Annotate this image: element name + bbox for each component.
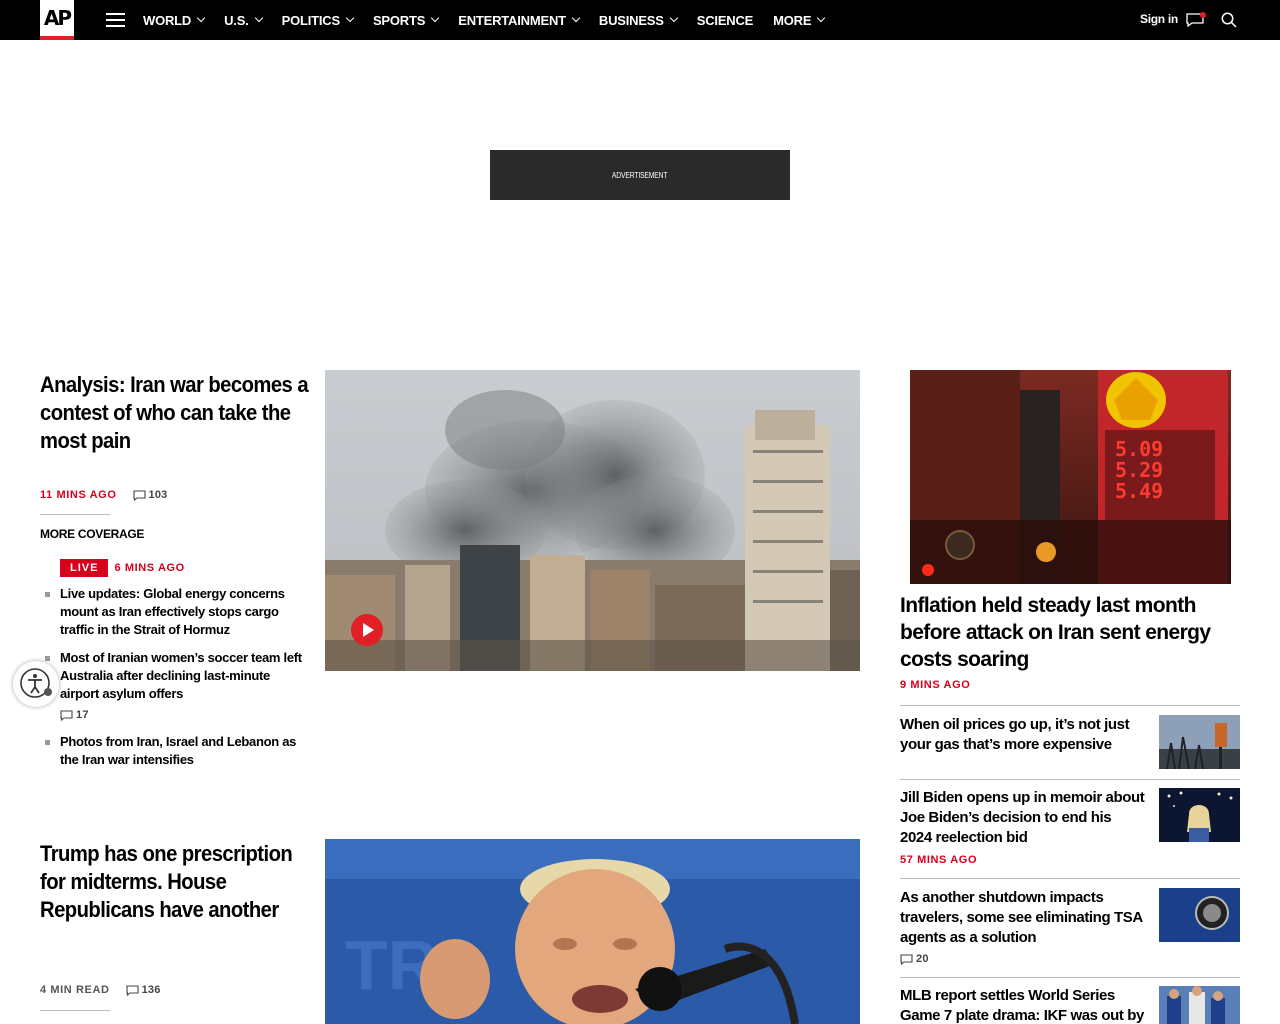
nav-entertainment[interactable]: ENTERTAINMENT <box>458 13 581 28</box>
read-time: 4 MIN READ <box>40 984 110 996</box>
comment-icon <box>900 953 913 965</box>
top-nav: AP WORLD U.S. POLITICS SPORTS ENTERTAINM… <box>0 0 1280 40</box>
accessibility-icon <box>20 668 52 698</box>
nav-sports[interactable]: SPORTS <box>373 13 440 28</box>
chevron-down-icon <box>254 13 263 23</box>
comment-icon <box>60 709 73 721</box>
coverage-item[interactable]: Photos from Iran, Israel and Lebanon as … <box>45 733 305 769</box>
nav-world[interactable]: WORLD <box>143 13 206 28</box>
nav-science[interactable]: SCIENCE <box>697 13 754 28</box>
more-coverage-label: MORE COVERAGE <box>40 527 145 541</box>
advertisement[interactable]: ADVERTISEMENT <box>490 150 790 200</box>
second-headline[interactable]: Trump has one prescription for midterms.… <box>40 840 311 924</box>
chevron-down-icon <box>817 13 826 23</box>
nav-business[interactable]: BUSINESS <box>599 13 678 28</box>
side-thumb[interactable] <box>1159 788 1240 842</box>
lead-comments[interactable]: 103 <box>132 489 168 501</box>
side-thumb[interactable] <box>1159 888 1240 942</box>
side-item-timestamp: 57 MINS AGO <box>900 854 978 866</box>
chevron-down-icon <box>196 13 206 23</box>
speaker-photo: TR <box>325 839 860 1024</box>
baseball-photo <box>1159 986 1240 1024</box>
comment-icon <box>132 489 146 501</box>
second-meta: 4 MIN READ 136 <box>40 984 161 996</box>
side-thumb[interactable] <box>1159 715 1240 769</box>
live-meta: LIVE 6 MINS AGO <box>60 559 185 577</box>
storm-trees-photo <box>1159 715 1240 769</box>
side-meta: 9 MINS AGO <box>900 679 970 691</box>
coverage-item[interactable]: Most of Iranian women’s soccer team left… <box>45 649 305 703</box>
stage-speaker-photo <box>1159 788 1240 842</box>
chevron-down-icon <box>571 13 581 23</box>
tsa-badge-photo <box>1159 888 1240 942</box>
lead-meta: 11 MINS AGO 103 <box>40 489 167 501</box>
comment-icon <box>126 984 139 996</box>
side-item[interactable]: Jill Biden opens up in memoir about Joe … <box>900 788 1145 848</box>
side-item[interactable]: MLB report settles World Series Game 7 p… <box>900 986 1145 1024</box>
search-icon[interactable] <box>1221 12 1237 28</box>
accessibility-button[interactable] <box>13 661 59 707</box>
side-item[interactable]: As another shutdown impacts travelers, s… <box>900 888 1145 948</box>
ap-logo[interactable]: AP <box>40 0 74 40</box>
divider <box>900 977 1240 978</box>
divider <box>40 514 110 515</box>
side-item-comments[interactable]: 20 <box>900 953 929 965</box>
nav-more[interactable]: MORE <box>773 13 826 28</box>
side-timestamp: 9 MINS AGO <box>900 679 971 691</box>
divider <box>40 1010 110 1011</box>
gas-price-3: 5.49 <box>1115 479 1163 503</box>
chevron-down-icon <box>345 13 355 23</box>
side-thumb[interactable] <box>1159 986 1240 1024</box>
divider <box>900 779 1240 780</box>
live-timestamp: 6 MINS AGO <box>114 562 185 574</box>
side-item[interactable]: When oil prices go up, it’s not just you… <box>900 715 1145 755</box>
nav-politics[interactable]: POLITICS <box>282 13 355 28</box>
coverage-item[interactable]: Live updates: Global energy concerns mou… <box>45 585 305 639</box>
side-item-meta: 57 MINS AGO <box>900 854 977 866</box>
lead-image[interactable] <box>325 370 860 671</box>
second-image[interactable]: TR <box>325 839 860 1024</box>
notification-dot <box>1200 12 1206 18</box>
chevron-down-icon <box>430 13 440 23</box>
chevron-down-icon <box>669 13 678 23</box>
play-video-button[interactable] <box>351 614 383 646</box>
second-comments[interactable]: 136 <box>126 984 161 996</box>
divider <box>900 705 1240 706</box>
side-headline[interactable]: Inflation held steady last month before … <box>900 592 1240 673</box>
coverage-comments[interactable]: 17 <box>60 709 89 721</box>
menu-icon[interactable] <box>106 13 125 27</box>
lead-headline[interactable]: Analysis: Iran war becomes a contest of … <box>40 371 311 455</box>
lead-timestamp: 11 MINS AGO <box>40 489 117 501</box>
live-badge: LIVE <box>60 559 109 577</box>
divider <box>900 878 1240 879</box>
nav-links: WORLD U.S. POLITICS SPORTS ENTERTAINMENT… <box>143 0 844 40</box>
nav-us[interactable]: U.S. <box>224 13 263 28</box>
side-image[interactable]: 5.09 5.29 5.49 <box>910 370 1231 584</box>
smoke-city-photo <box>325 370 860 671</box>
gas-station-photo: 5.09 5.29 5.49 <box>910 370 1231 584</box>
sign-in-link[interactable]: Sign in <box>1140 12 1178 26</box>
